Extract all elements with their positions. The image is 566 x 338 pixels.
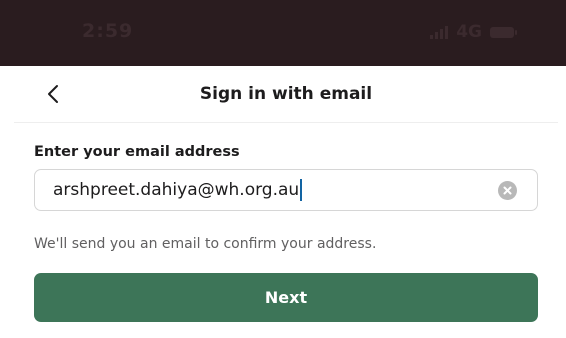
- status-indicators: 4G: [430, 22, 517, 42]
- network-label: 4G: [456, 22, 482, 42]
- email-field[interactable]: [34, 169, 538, 211]
- email-input[interactable]: [53, 170, 483, 210]
- email-label: Enter your email address: [34, 144, 240, 160]
- battery-icon: [490, 26, 517, 38]
- text-cursor: [300, 179, 303, 201]
- status-time: 2:59: [82, 20, 134, 42]
- signal-icon: [430, 25, 449, 39]
- nav-bar: Sign in with email: [14, 66, 558, 123]
- clear-button[interactable]: [498, 181, 517, 200]
- next-button[interactable]: Next: [34, 273, 538, 322]
- status-bar: 2:59 4G: [0, 0, 566, 66]
- helper-text: We'll send you an email to confirm your …: [34, 236, 377, 252]
- sign-in-sheet: Sign in with email Enter your email addr…: [14, 66, 558, 338]
- clear-icon: [503, 186, 512, 195]
- page-title: Sign in with email: [199, 84, 373, 104]
